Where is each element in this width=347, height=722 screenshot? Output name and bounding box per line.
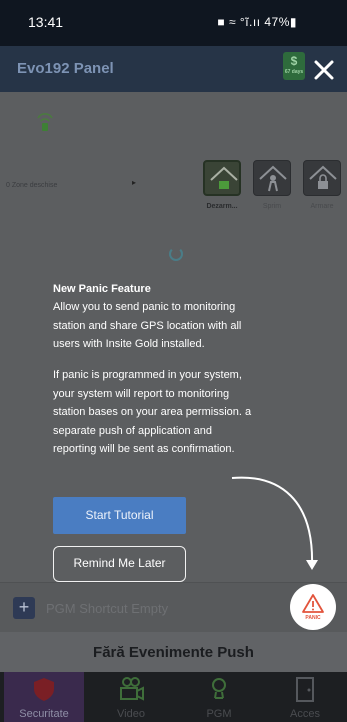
panel-antenna-icon (37, 113, 53, 131)
panic-button[interactable]: PANIC (290, 584, 336, 630)
mode-arm-button[interactable] (303, 160, 341, 196)
house-locked-icon (309, 165, 337, 189)
tutorial-title: New Panic Feature (53, 283, 151, 295)
door-icon (296, 677, 314, 702)
tutorial-paragraph-1: Allow you to send panic to monitoring st… (53, 301, 242, 350)
tab-securitate-label: Securitate (19, 708, 69, 720)
pointer-arrow-icon (231, 476, 318, 570)
start-tutorial-button[interactable]: Start Tutorial (53, 497, 186, 534)
page-title: Evo192 Panel (17, 60, 114, 77)
tab-securitate[interactable]: Securitate (4, 672, 84, 722)
credit-badge[interactable]: $ 67 days (283, 52, 305, 80)
tab-acces[interactable]: Acces (266, 672, 344, 722)
warning-triangle-icon (302, 594, 324, 613)
shield-icon (34, 678, 54, 701)
bottom-tab-bar: Securitate Video PGM Acces (0, 672, 347, 722)
person-home-icon (259, 165, 287, 192)
credit-text: 67 days (284, 69, 304, 75)
tab-pgm-label: PGM (206, 708, 232, 720)
pgm-shortcut-label: PGM Shortcut Empty (46, 601, 169, 616)
loading-spinner (169, 247, 183, 261)
mode-stay-label: Sprim (262, 203, 282, 210)
push-events-text: Fără Evenimente Push (93, 644, 254, 661)
zone-status-row[interactable]: 0 Zone deschise ▸ (0, 178, 200, 196)
bulb-icon (212, 678, 226, 699)
mode-arm-label: Armare (310, 203, 334, 210)
tab-video[interactable]: Video (90, 672, 172, 722)
status-bar: 13:41 ■ ≈ °ĩ.ıı 47%▮ (0, 0, 347, 46)
camera-icon (120, 677, 144, 701)
add-shortcut-button[interactable]: + (13, 597, 35, 619)
tab-pgm[interactable]: PGM (178, 672, 260, 722)
arm-mode-group: Dezarm... Sprim Armare (202, 159, 347, 215)
push-events-bar: Fără Evenimente Push (0, 632, 347, 672)
tutorial-paragraph-2: If panic is programmed in your system, y… (53, 369, 252, 455)
mode-disarm-button[interactable] (203, 160, 241, 196)
tab-video-label: Video (117, 708, 145, 720)
mode-disarm-label: Dezarm... (206, 203, 238, 210)
mode-stay-button[interactable] (253, 160, 291, 196)
panic-label: PANIC (305, 615, 321, 621)
zone-arrow-icon: ▸ (132, 178, 137, 187)
tab-acces-label: Acces (290, 708, 320, 720)
status-time: 13:41 (28, 14, 64, 30)
close-icon[interactable] (310, 56, 338, 84)
credit-symbol: $ (290, 54, 298, 68)
status-indicators: ■ ≈ °ĩ.ıı 47%▮ (217, 15, 297, 29)
zone-status-text: 0 Zone deschise (6, 182, 58, 189)
house-unlocked-icon (210, 166, 238, 189)
remind-me-later-button[interactable]: Remind Me Later (53, 546, 186, 582)
